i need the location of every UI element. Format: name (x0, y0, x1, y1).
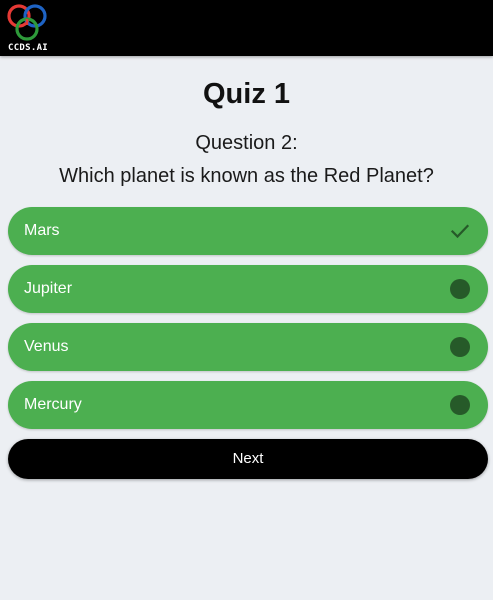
quiz-title: Quiz 1 (202, 78, 290, 110)
check-icon (450, 224, 470, 239)
option-label: Venus (24, 338, 69, 355)
option-label: Jupiter (24, 280, 73, 297)
option-label: Mercury (24, 396, 82, 413)
option-venus[interactable]: Venus (8, 323, 488, 371)
option-mars[interactable]: Mars (8, 207, 488, 255)
radio-dot-icon (450, 395, 470, 415)
answer-options: Mars Jupiter Venus Mercury (8, 207, 488, 439)
radio-dot-icon (450, 337, 470, 357)
option-mercury[interactable]: Mercury (8, 381, 488, 429)
top-app-bar: CCDS.AI (0, 0, 493, 56)
option-jupiter[interactable]: Jupiter (8, 265, 488, 313)
ccds-logo[interactable]: CCDS.AI (4, 2, 50, 54)
question-number: Question 2: (195, 132, 298, 154)
radio-dot-icon (450, 279, 470, 299)
question-text: Which planet is known as the Red Planet? (59, 165, 434, 187)
next-button[interactable]: Next (8, 439, 488, 479)
logo-text: CCDS.AI (7, 43, 49, 53)
logo-rings-icon (7, 4, 47, 41)
option-label: Mars (24, 222, 60, 239)
